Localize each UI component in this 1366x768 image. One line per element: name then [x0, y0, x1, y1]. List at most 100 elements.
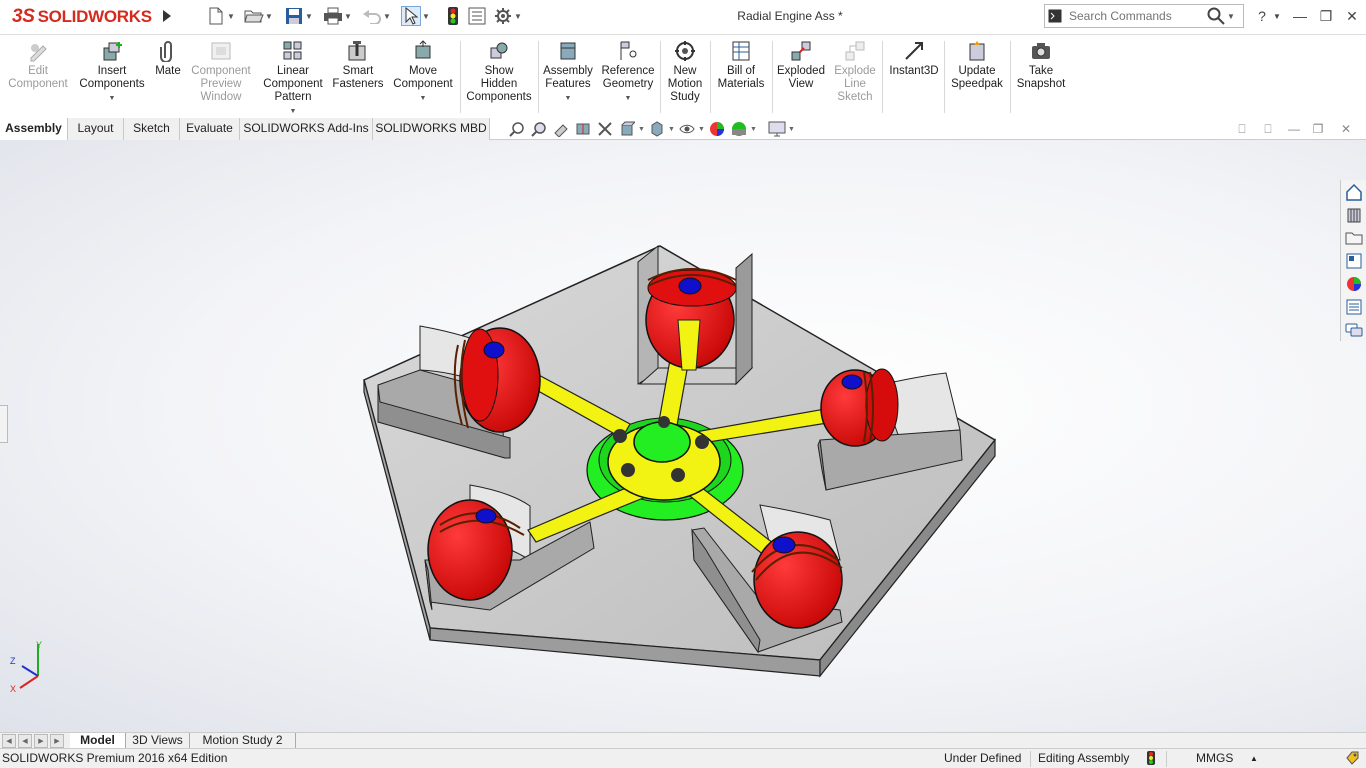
next-tab-arrow-icon[interactable]: ▶ — [34, 734, 48, 748]
chevron-down-icon[interactable]: ▼ — [304, 6, 314, 26]
new-document-button[interactable]: ▼ — [206, 5, 236, 27]
status-separator — [1030, 751, 1031, 767]
tab-model[interactable]: Model — [70, 733, 126, 749]
zoom-to-fit-icon[interactable] — [506, 120, 528, 138]
chevron-down-icon[interactable]: ▼ — [513, 6, 523, 26]
explode-line-sketch-button[interactable]: Explode Line Sketch — [830, 39, 880, 104]
save-button[interactable]: ▼ — [284, 5, 314, 27]
edit-component-icon — [26, 39, 50, 63]
viewport-tile-right-icon[interactable]: ⎕ — [1258, 120, 1278, 138]
take-snapshot-button[interactable]: Take Snapshot — [1012, 39, 1070, 91]
minimize-window-button[interactable]: — — [1288, 4, 1312, 28]
new-motion-study-button[interactable]: New Motion Study — [662, 39, 708, 104]
reference-geometry-button[interactable]: Reference Geometry ▼ — [598, 39, 658, 105]
search-icon[interactable] — [1205, 7, 1227, 25]
solidworks-logo[interactable]: 3S SOLIDWORKS — [12, 2, 156, 32]
smart-fasteners-button[interactable]: Smart Fasteners — [330, 39, 386, 91]
insert-components-button[interactable]: Insert Components ▼ — [76, 39, 148, 105]
appearances-scenes-icon[interactable] — [1341, 272, 1366, 295]
previous-view-icon[interactable] — [550, 120, 572, 138]
graphics-area[interactable]: Y Z X — [0, 140, 1366, 732]
solidworks-forum-icon[interactable] — [1341, 318, 1366, 341]
edit-appearance-icon[interactable] — [706, 120, 728, 138]
file-explorer-icon[interactable] — [1341, 226, 1366, 249]
tab-evaluate[interactable]: Evaluate — [180, 118, 240, 140]
options-button[interactable]: ▼ — [493, 5, 523, 27]
chevron-down-icon[interactable]: ▼ — [382, 6, 392, 26]
first-tab-arrow-icon[interactable]: ◀ — [2, 734, 16, 748]
bill-of-materials-button[interactable]: Bill of Materials — [712, 39, 770, 91]
search-input[interactable] — [1065, 9, 1205, 23]
section-view-icon[interactable] — [572, 120, 594, 138]
zoom-to-area-icon[interactable] — [528, 120, 550, 138]
tab-motion-study-2[interactable]: Motion Study 2 — [190, 733, 296, 749]
file-properties-button[interactable] — [467, 5, 487, 27]
assembly-features-button[interactable]: Assembly Features ▼ — [540, 39, 596, 105]
previous-tab-arrow-icon[interactable]: ◀ — [18, 734, 32, 748]
display-style-icon[interactable] — [646, 120, 668, 138]
viewport-minimize-icon[interactable]: — — [1284, 120, 1304, 138]
chevron-down-icon[interactable]: ▼ — [625, 92, 632, 105]
customize-status-bar-icon[interactable] — [1344, 750, 1360, 768]
view-palette-icon[interactable] — [1341, 249, 1366, 272]
chevron-down-icon[interactable]: ▼ — [668, 126, 676, 133]
chevron-down-icon[interactable]: ▼ — [420, 92, 427, 105]
viewport-tile-left-icon[interactable]: ⎕ — [1232, 120, 1252, 138]
undo-button[interactable]: ▼ — [362, 5, 392, 27]
open-document-button[interactable]: ▼ — [244, 5, 274, 27]
tab-assembly[interactable]: Assembly — [0, 118, 68, 140]
expand-menu-arrow-icon[interactable] — [158, 4, 176, 28]
tab-sketch[interactable]: Sketch — [124, 118, 180, 140]
restore-window-button[interactable]: ❐ — [1314, 4, 1338, 28]
rebuild-status-traffic-light-icon[interactable] — [1146, 750, 1156, 768]
solidworks-resources-home-icon[interactable] — [1341, 180, 1366, 203]
chevron-down-icon[interactable]: ▼ — [750, 126, 758, 133]
viewport-close-icon[interactable]: ✕ — [1336, 120, 1356, 138]
unit-system-selector[interactable]: MMGS — [1196, 751, 1233, 765]
close-window-button[interactable]: ✕ — [1340, 4, 1364, 28]
chevron-down-icon[interactable]: ▼ — [264, 6, 274, 26]
instant3d-button[interactable]: Instant3D — [886, 39, 942, 78]
rebuild-button[interactable] — [443, 5, 463, 27]
view-orientation-icon[interactable] — [616, 120, 638, 138]
select-button[interactable]: ▼ — [401, 5, 431, 27]
linear-component-pattern-button[interactable]: Linear Component Pattern ▼ — [258, 39, 328, 118]
chevron-down-icon[interactable]: ▼ — [109, 92, 116, 105]
mate-button[interactable]: Mate — [150, 39, 186, 78]
move-component-button[interactable]: Move Component ▼ — [390, 39, 456, 105]
update-speedpak-button[interactable]: Update Speedpak — [946, 39, 1008, 91]
exploded-view-button[interactable]: Exploded View — [774, 39, 828, 91]
chevron-down-icon[interactable]: ▼ — [421, 6, 431, 26]
tab-solidworks-mbd[interactable]: SOLIDWORKS MBD — [373, 118, 490, 140]
chevron-down-icon[interactable]: ▼ — [290, 105, 297, 118]
chevron-down-icon[interactable]: ▼ — [343, 6, 353, 26]
custom-properties-icon[interactable] — [1341, 295, 1366, 318]
last-tab-arrow-icon[interactable]: ▶ — [50, 734, 64, 748]
show-hidden-components-button[interactable]: Show Hidden Components — [464, 39, 534, 104]
edit-component-button[interactable]: Edit Component — [6, 39, 70, 91]
apply-scene-icon[interactable] — [728, 120, 750, 138]
chevron-down-icon[interactable]: ▼ — [226, 6, 236, 26]
tab-3d-views[interactable]: 3D Views — [126, 733, 190, 749]
help-chevron-down-icon[interactable]: ▼ — [1270, 4, 1284, 28]
radial-engine-model[interactable] — [0, 140, 1366, 732]
unit-system-arrow-icon[interactable]: ▲ — [1250, 754, 1258, 763]
design-library-icon[interactable] — [1341, 203, 1366, 226]
command-prompt-icon — [1045, 5, 1065, 27]
tab-solidworks-add-ins[interactable]: SOLIDWORKS Add-Ins — [240, 118, 373, 140]
chevron-down-icon[interactable]: ▼ — [565, 92, 572, 105]
cmd-label: Move Component — [393, 65, 453, 90]
view-settings-monitor-icon[interactable] — [766, 120, 788, 138]
toolbar-separator — [772, 41, 773, 113]
dynamic-annotation-icon[interactable] — [594, 120, 616, 138]
print-button[interactable]: ▼ — [323, 5, 353, 27]
component-preview-window-button[interactable]: Component Preview Window — [188, 39, 254, 104]
chevron-down-icon[interactable]: ▼ — [788, 126, 796, 133]
viewport-restore-icon[interactable]: ❐ — [1308, 120, 1328, 138]
chevron-down-icon[interactable]: ▼ — [698, 126, 706, 133]
chevron-down-icon[interactable]: ▼ — [638, 126, 646, 133]
search-options-chevron-icon[interactable]: ▼ — [1227, 12, 1235, 21]
search-commands-box[interactable]: ▼ — [1044, 4, 1244, 28]
hide-show-items-icon[interactable] — [676, 120, 698, 138]
tab-layout[interactable]: Layout — [68, 118, 124, 140]
